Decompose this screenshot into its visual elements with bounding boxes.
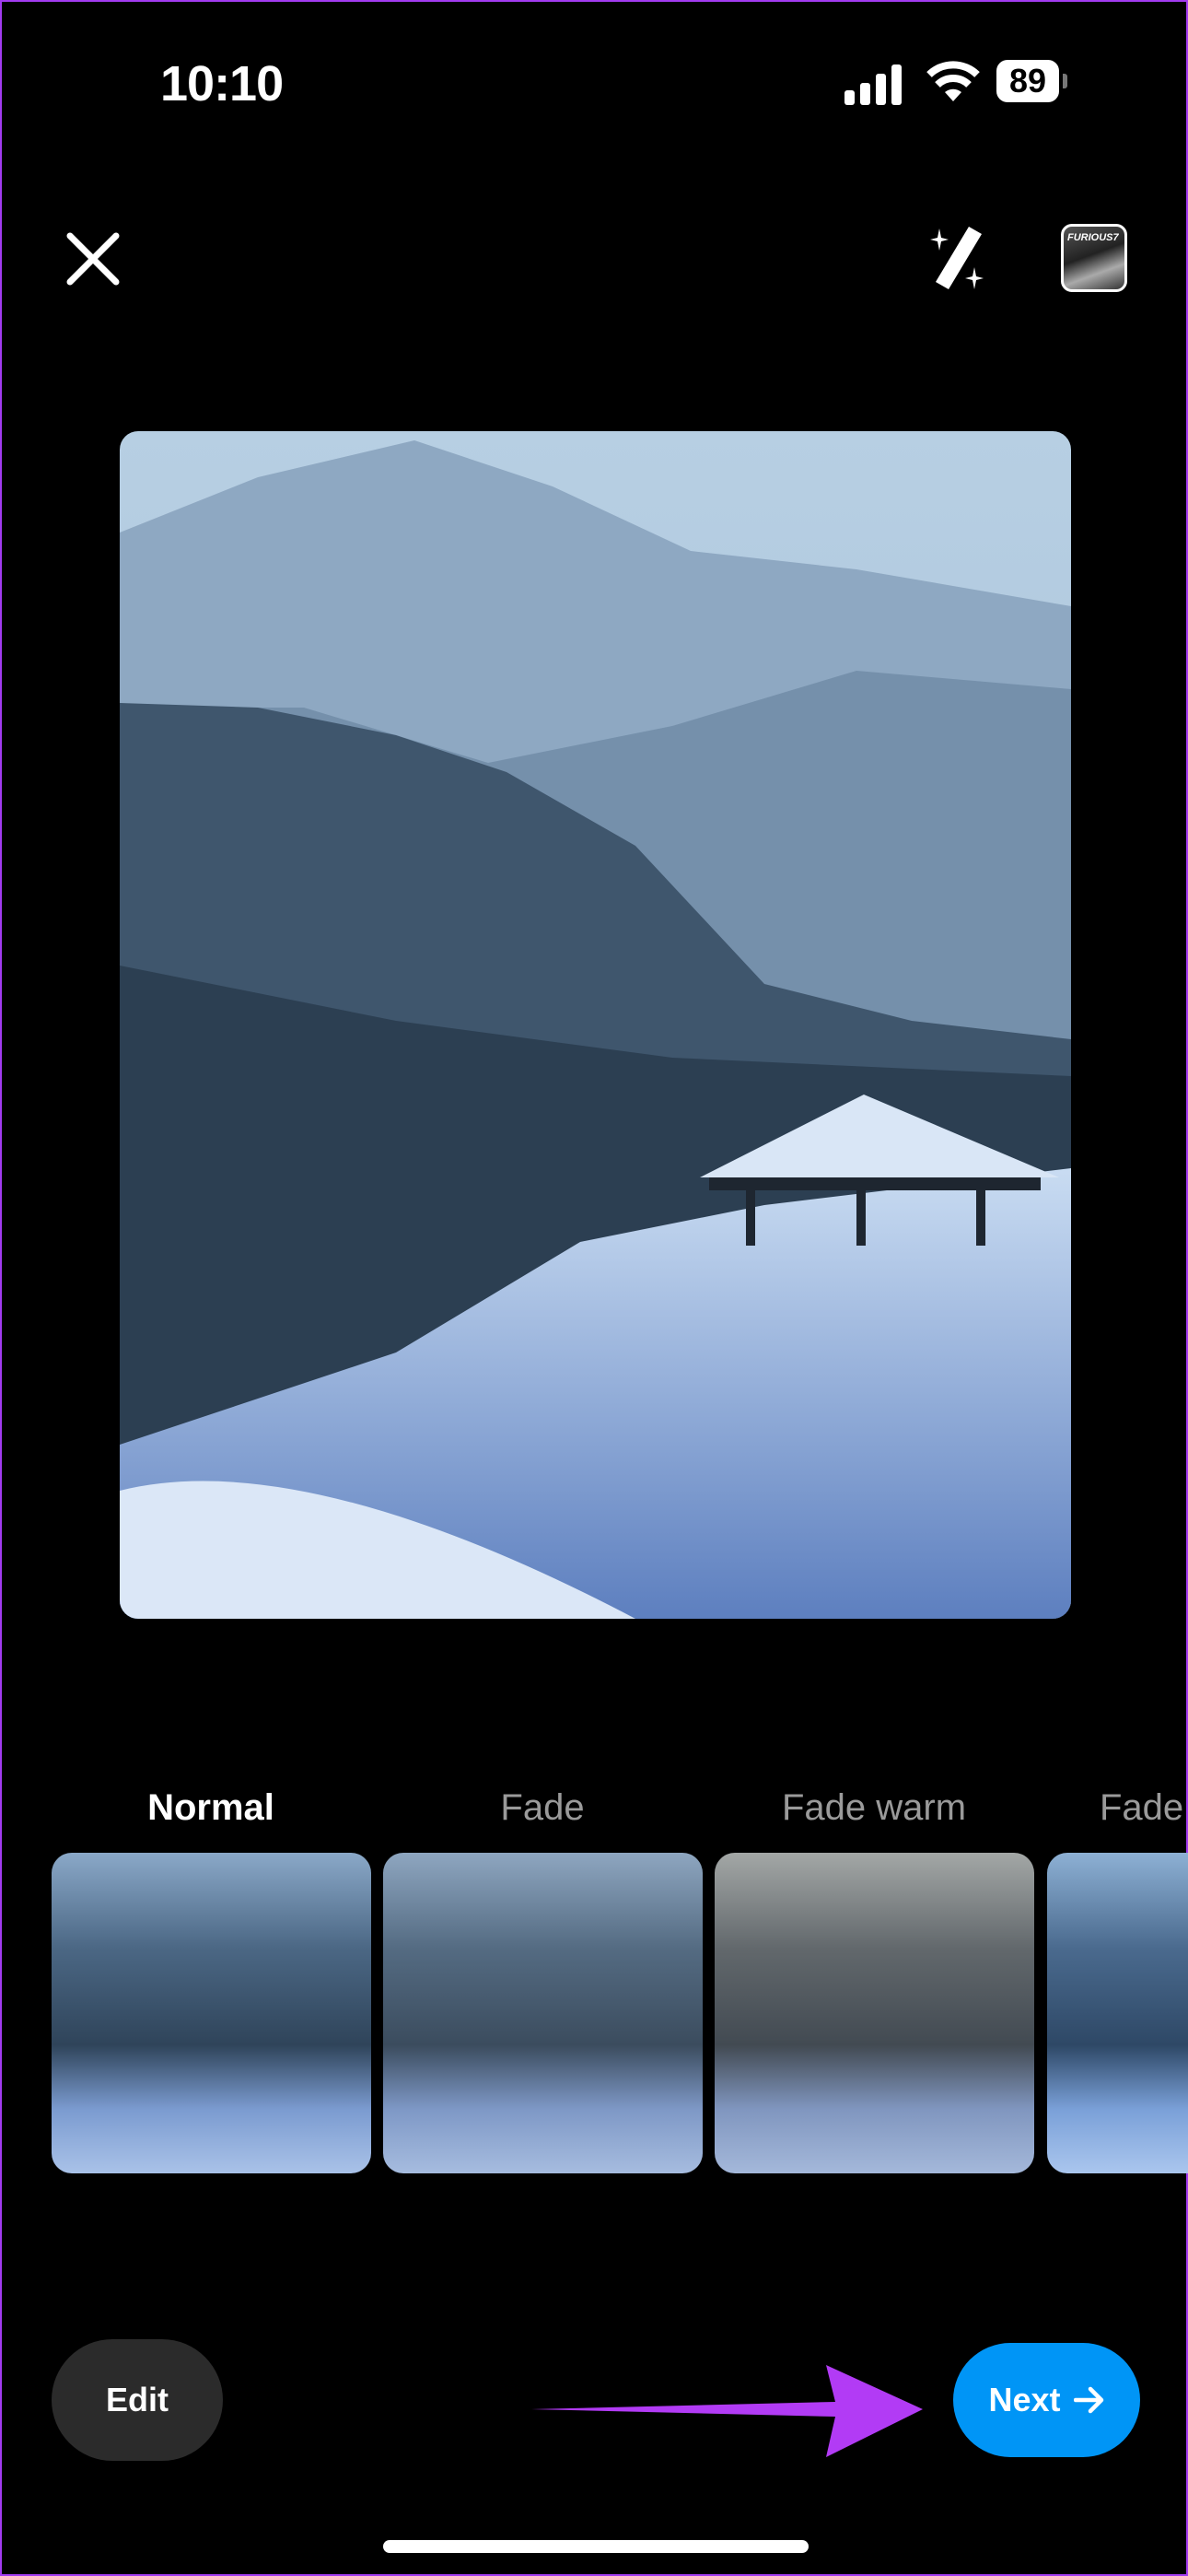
annotation-arrow — [531, 2365, 923, 2457]
photo-preview — [120, 431, 1071, 1619]
wifi-icon — [926, 61, 980, 101]
next-label: Next — [988, 2381, 1061, 2418]
filter-label-fade-warm[interactable]: Fade warm — [782, 1787, 966, 1829]
magic-wand-icon[interactable] — [923, 225, 993, 291]
status-time: 10:10 — [160, 56, 284, 111]
battery-level: 89 — [996, 60, 1059, 102]
thumbnail-text: FURIOUS7 — [1067, 232, 1119, 243]
close-icon[interactable] — [63, 228, 123, 289]
edit-button[interactable]: Edit — [52, 2339, 223, 2461]
battery-tip — [1063, 74, 1067, 88]
filter-label-fade-cool[interactable]: Fade — [1100, 1787, 1183, 1829]
audio-thumbnail-button[interactable]: FURIOUS7 — [1061, 224, 1127, 292]
filter-label-fade[interactable]: Fade — [500, 1787, 584, 1829]
filter-thumb-fade[interactable] — [383, 1853, 703, 2173]
filter-label-normal[interactable]: Normal — [147, 1787, 274, 1829]
arrow-right-icon — [1073, 2386, 1103, 2414]
next-button[interactable]: Next — [953, 2343, 1140, 2457]
filter-thumb-fade-cool[interactable] — [1047, 1853, 1188, 2173]
home-indicator[interactable] — [383, 2540, 809, 2553]
cellular-signal-icon — [844, 64, 902, 105]
filter-thumb-normal[interactable] — [52, 1853, 371, 2173]
filter-thumb-fade-warm[interactable] — [715, 1853, 1034, 2173]
